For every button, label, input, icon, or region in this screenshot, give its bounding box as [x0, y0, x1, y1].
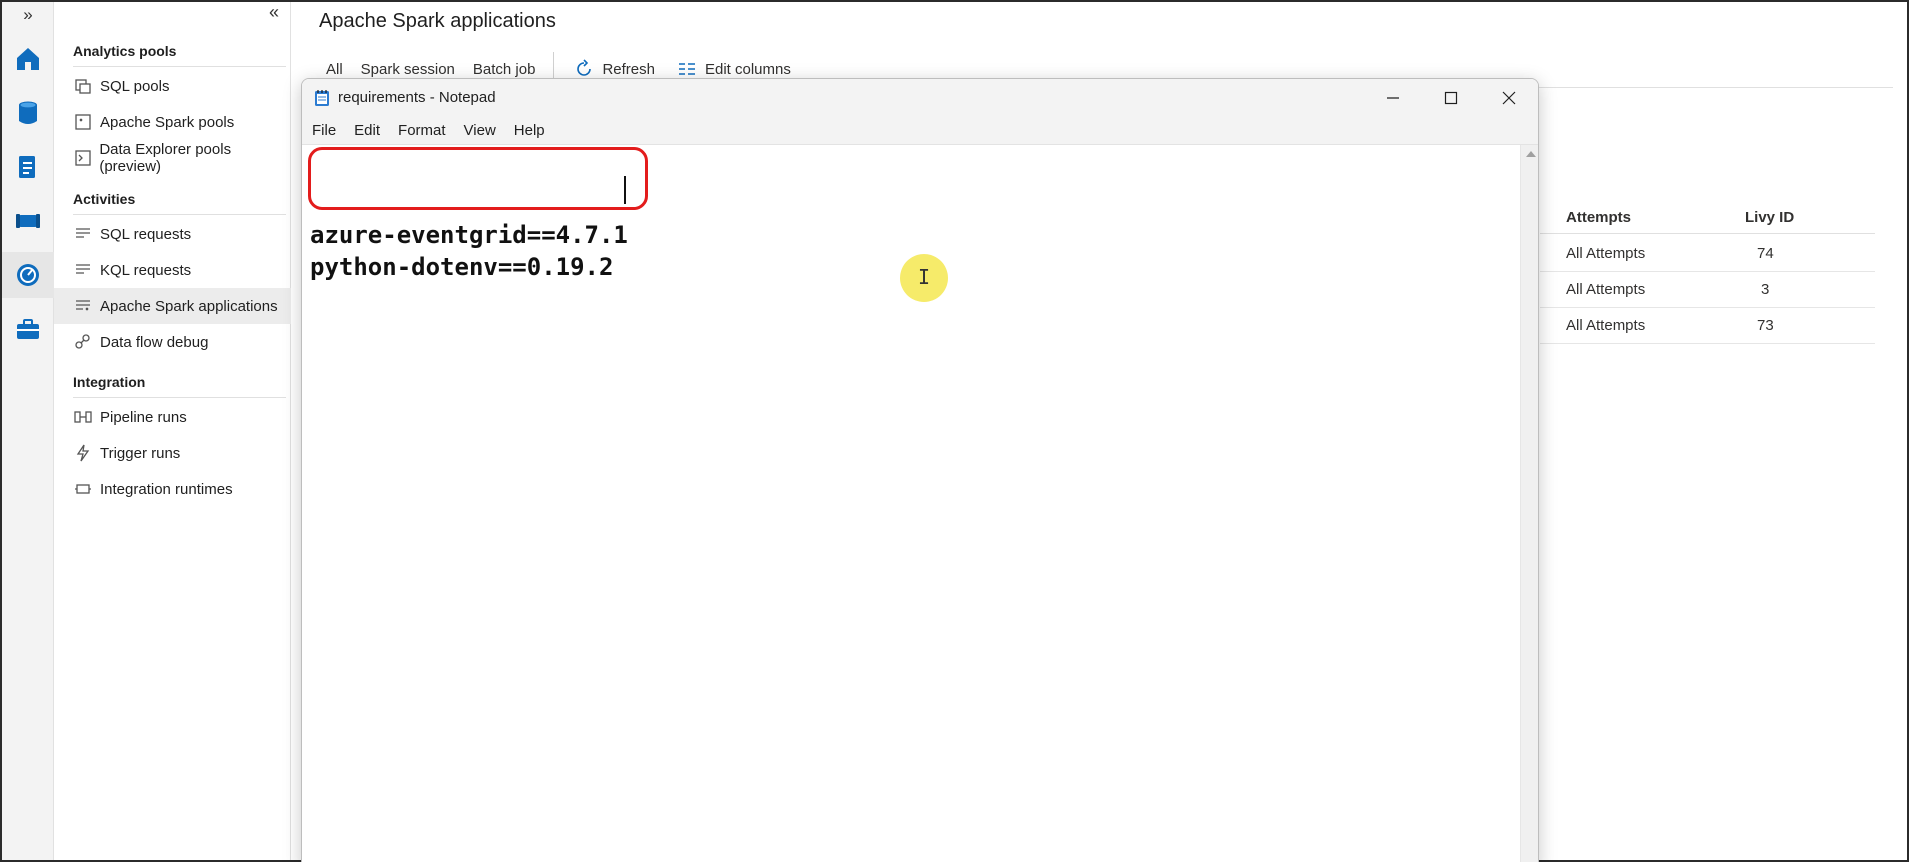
nav-item-label: Data Explorer pools (preview) [99, 141, 232, 175]
nav-item-sql-pools[interactable]: SQL pools [54, 68, 291, 104]
livy-id-cell: 73 [1757, 317, 1774, 334]
nav-item-label: Apache Spark applications [100, 297, 278, 315]
columns-icon [678, 63, 695, 75]
monitor-icon[interactable] [2, 252, 54, 298]
minimize-button[interactable] [1364, 79, 1422, 117]
notepad-title: requirements - Notepad [338, 89, 496, 106]
divider [73, 214, 286, 215]
text-line: python-dotenv==0.19.2 [310, 253, 614, 281]
table-row[interactable]: All Attempts 74 [1540, 236, 1875, 272]
expand-rail-button[interactable]: » [2, 2, 54, 28]
nav-item-label: KQL requests [100, 261, 192, 279]
nav-item-label: Pipeline runs [100, 408, 187, 426]
nav-item-label: SQL pools [100, 77, 170, 95]
sql-requests-icon [72, 224, 94, 244]
nav-item-spark-applications[interactable]: Apache Spark applications [54, 288, 291, 324]
nav-item-integration-runtimes[interactable]: Integration runtimes [54, 471, 291, 507]
database-icon[interactable] [2, 90, 54, 136]
kql-requests-icon [72, 260, 94, 280]
nav-item-label: Integration runtimes [100, 480, 233, 498]
data-flow-icon [72, 332, 94, 352]
nav-section-activities: Activities [73, 191, 136, 207]
nav-item-trigger-runs[interactable]: Trigger runs [54, 435, 291, 471]
nav-item-sql-requests[interactable]: SQL requests [54, 216, 291, 252]
maximize-button[interactable] [1422, 79, 1480, 117]
notepad-menubar: File Edit Format View Help [302, 117, 1538, 145]
collapse-nav-button[interactable]: « [264, 2, 284, 23]
nav-item-label: Apache Spark pools [100, 113, 235, 131]
nav-item-kql-requests[interactable]: KQL requests [54, 252, 291, 288]
notepad-titlebar[interactable]: requirements - Notepad [302, 79, 1538, 117]
scroll-up-arrow-icon[interactable] [1526, 151, 1536, 157]
menu-view[interactable]: View [464, 122, 496, 139]
menu-help[interactable]: Help [514, 122, 545, 139]
nav-item-data-flow-debug[interactable]: Data flow debug [54, 324, 291, 360]
maximize-icon [1444, 91, 1458, 105]
minimize-icon [1387, 97, 1399, 99]
refresh-button[interactable]: Refresh [574, 59, 655, 79]
divider [73, 66, 286, 67]
left-rail: » [2, 2, 54, 860]
trigger-icon [72, 443, 94, 463]
nav-item-label: Data flow debug [100, 333, 209, 351]
column-header-attempts[interactable]: Attempts [1566, 209, 1631, 226]
livy-id-cell: 74 [1757, 245, 1774, 262]
sql-pool-icon [72, 76, 94, 96]
runtime-icon [72, 479, 94, 499]
tab-spark-session[interactable]: Spark session [361, 61, 455, 78]
attempts-cell[interactable]: All Attempts [1566, 317, 1645, 334]
toolbox-icon[interactable] [2, 306, 54, 352]
edit-columns-button[interactable]: Edit columns [677, 59, 791, 79]
close-icon [1502, 91, 1516, 105]
spark-applications-icon [72, 296, 94, 316]
notepad-text-area[interactable]: azure-eventgrid==4.7.1 python-dotenv==0.… [302, 145, 1520, 862]
annotation-highlight-box [308, 147, 648, 210]
nav-item-pipeline-runs[interactable]: Pipeline runs [54, 399, 291, 435]
ibeam-cursor-icon: I [918, 265, 931, 289]
attempts-cell[interactable]: All Attempts [1566, 281, 1645, 298]
refresh-icon [577, 59, 592, 76]
text-line: azure-eventgrid==4.7.1 [310, 221, 628, 249]
page-title: Apache Spark applications [319, 10, 556, 32]
nav-section-analytics-pools: Analytics pools [73, 43, 177, 59]
livy-id-cell: 3 [1761, 281, 1770, 298]
attempts-cell[interactable]: All Attempts [1566, 245, 1645, 262]
table-row[interactable]: All Attempts 73 [1540, 308, 1875, 344]
tab-all[interactable]: All [326, 61, 343, 78]
vertical-scrollbar[interactable] [1520, 145, 1538, 862]
tab-batch-job[interactable]: Batch job [473, 61, 536, 78]
close-button[interactable] [1480, 79, 1538, 117]
divider [73, 397, 286, 398]
nav-item-data-explorer-pools[interactable]: Data Explorer pools (preview) [54, 140, 291, 176]
menu-edit[interactable]: Edit [354, 122, 380, 139]
pipeline-icon[interactable] [2, 198, 54, 244]
spark-pool-icon [72, 112, 94, 132]
text-caret [624, 176, 626, 204]
refresh-label: Refresh [602, 60, 655, 78]
nav-item-label: SQL requests [100, 225, 192, 243]
nav-item-label: Trigger runs [100, 444, 181, 462]
home-icon[interactable] [2, 36, 54, 82]
notepad-app-icon [315, 90, 329, 106]
column-header-livy-id[interactable]: Livy ID [1745, 209, 1794, 226]
pipeline-runs-icon [72, 407, 94, 427]
monitor-nav-panel: « Analytics pools SQL pools Apache Spark… [54, 2, 291, 860]
document-icon[interactable] [2, 144, 54, 190]
nav-item-spark-pools[interactable]: Apache Spark pools [54, 104, 291, 140]
table-header: Attempts Livy ID [1540, 200, 1875, 234]
table-row[interactable]: All Attempts 3 [1540, 272, 1875, 308]
nav-section-integration: Integration [73, 374, 146, 390]
data-explorer-icon [72, 148, 93, 168]
edit-columns-label: Edit columns [704, 60, 791, 78]
menu-format[interactable]: Format [398, 122, 446, 139]
menu-file[interactable]: File [312, 122, 336, 139]
